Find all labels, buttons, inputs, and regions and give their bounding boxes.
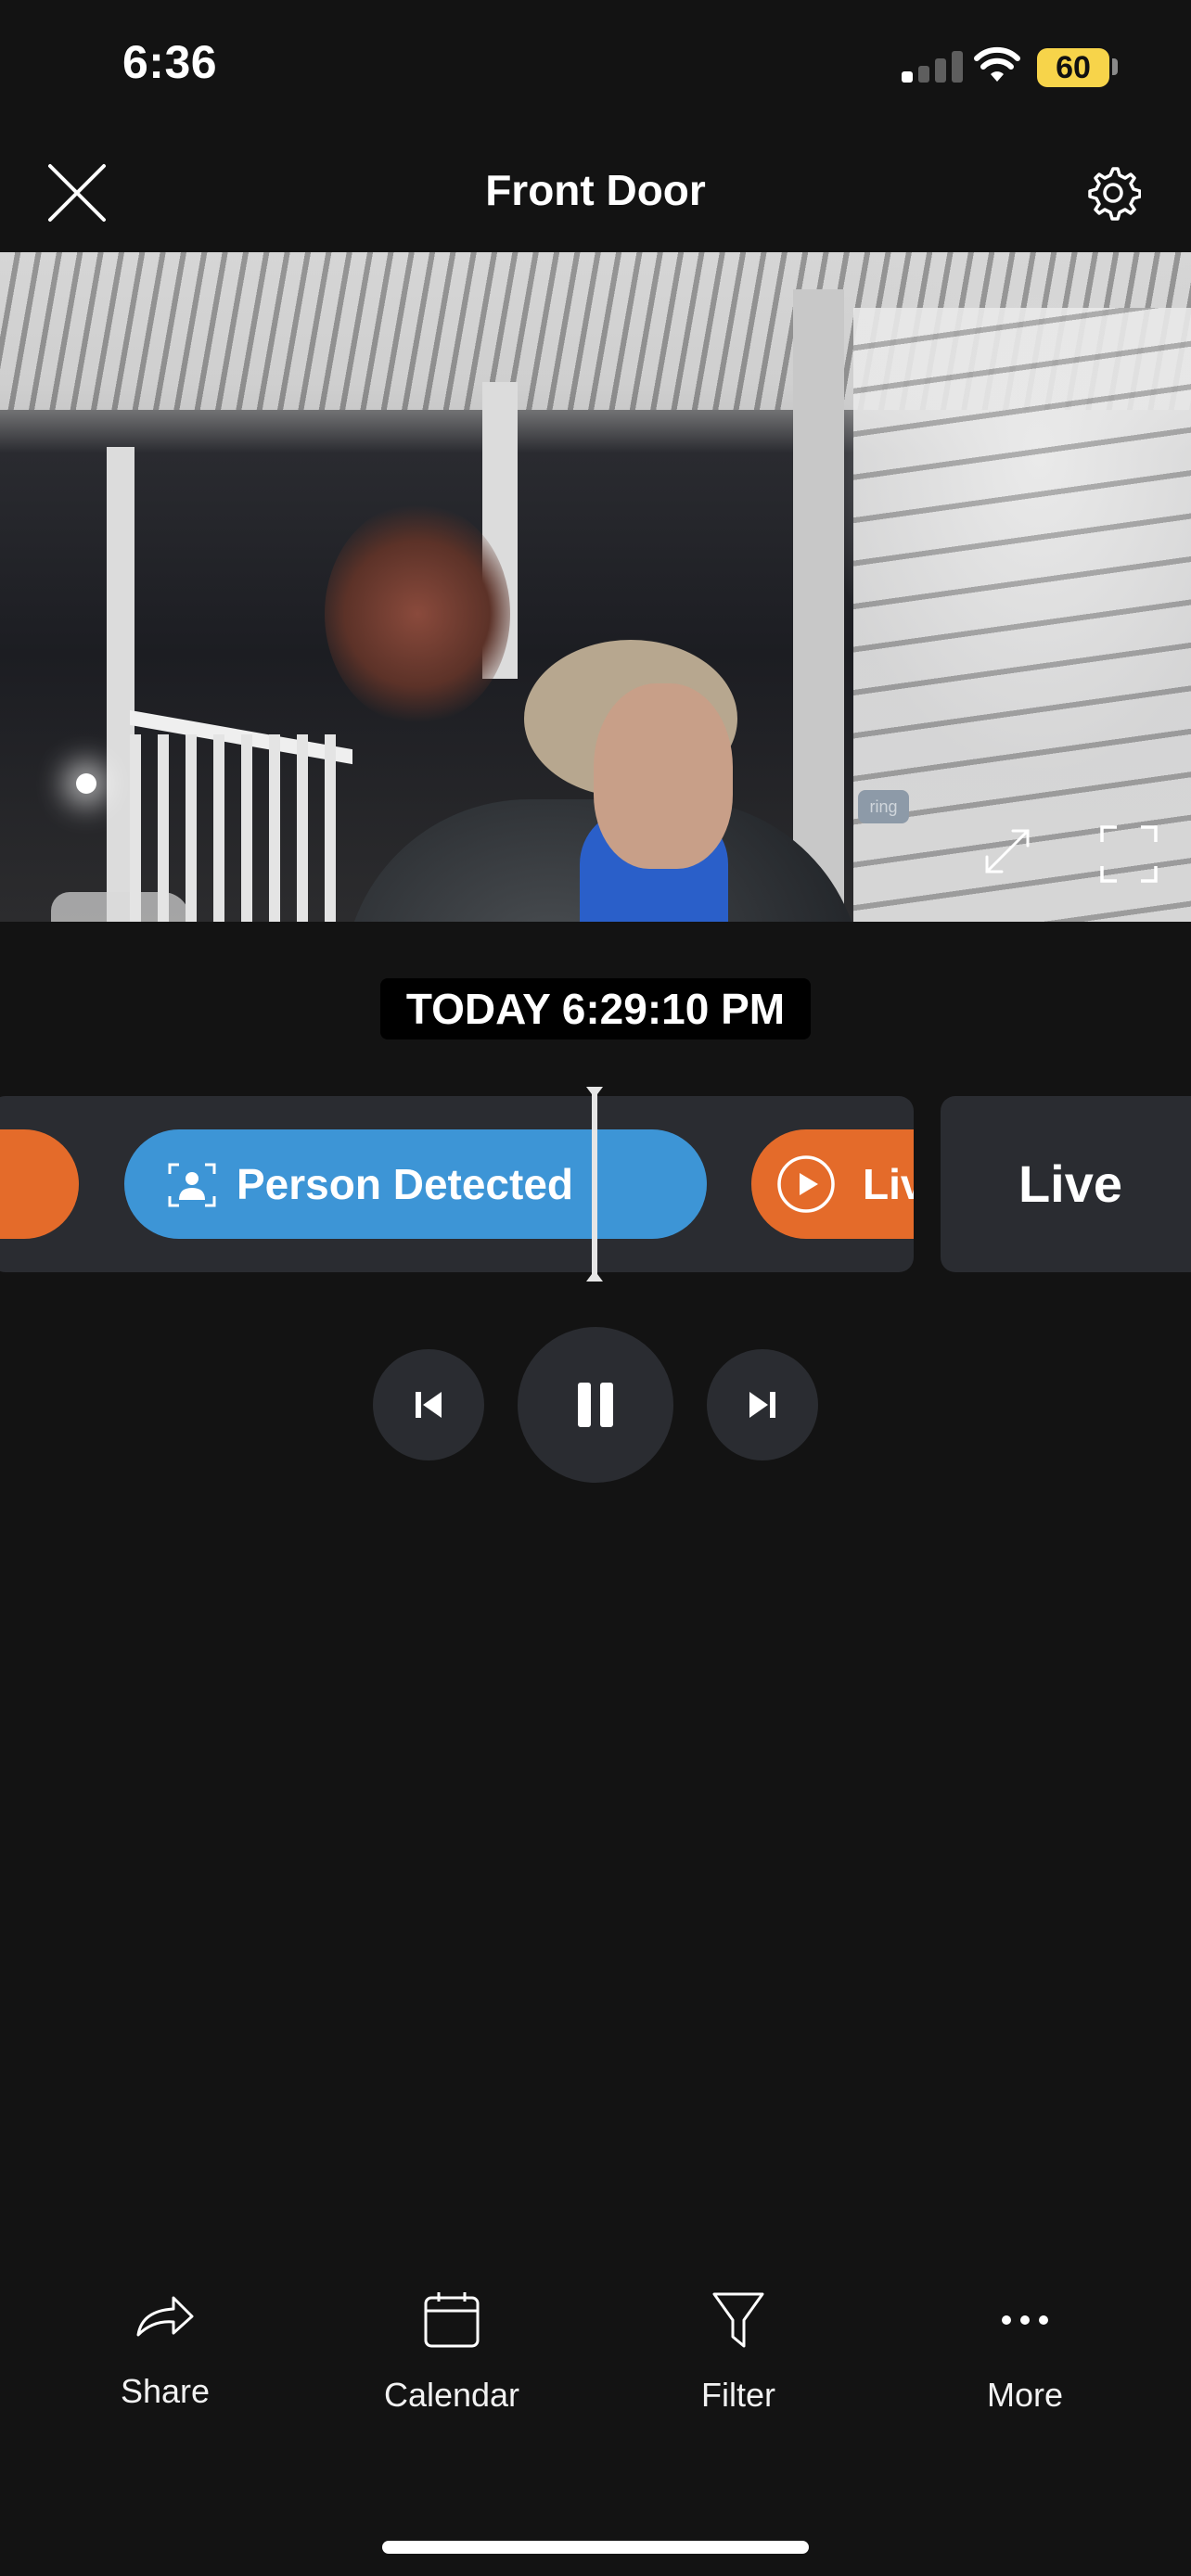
- calendar-label: Calendar: [383, 2376, 520, 2414]
- event-label: Live: [863, 1160, 914, 1208]
- share-icon: [136, 2296, 194, 2337]
- filter-button[interactable]: Filter: [622, 2290, 854, 2439]
- person-detected-icon: [168, 1163, 216, 1207]
- live-view-label: Live: [1018, 1154, 1123, 1213]
- cellular-signal-icon: [902, 51, 963, 83]
- zoom-icon[interactable]: [981, 825, 1033, 877]
- skip-back-icon: [416, 1392, 442, 1418]
- next-event-button[interactable]: [707, 1349, 818, 1460]
- share-label: Share: [120, 2372, 211, 2410]
- gear-icon[interactable]: [1085, 165, 1141, 221]
- camera-video[interactable]: ring: [0, 252, 1191, 922]
- pause-icon: [578, 1383, 613, 1427]
- door-frame: [793, 289, 844, 922]
- person-face: [594, 683, 733, 869]
- playhead-bottom-marker: [586, 1270, 603, 1282]
- calendar-icon: [424, 2292, 480, 2348]
- battery-indicator: 60: [1037, 48, 1109, 87]
- timeline-playhead[interactable]: [592, 1090, 597, 1280]
- porch-railing: [130, 734, 352, 922]
- battery-tip: [1112, 58, 1118, 75]
- filter-label: Filter: [701, 2376, 775, 2414]
- pause-button[interactable]: [518, 1327, 673, 1483]
- play-circle-icon: [777, 1155, 835, 1213]
- playhead-top-marker: [586, 1087, 603, 1098]
- more-label: More: [986, 2376, 1064, 2414]
- calendar-button[interactable]: Calendar: [336, 2290, 568, 2439]
- street-lamp: [76, 773, 96, 794]
- event-label: Person Detected: [237, 1160, 574, 1208]
- doorbell-label: ring: [858, 790, 909, 823]
- playback-timestamp: TODAY 6:29:10 PM: [380, 978, 811, 1039]
- wifi-icon: [974, 46, 1020, 82]
- status-time: 6:36: [122, 36, 218, 88]
- home-indicator[interactable]: [382, 2541, 809, 2554]
- more-button[interactable]: More: [909, 2290, 1141, 2439]
- filter-icon: [712, 2292, 764, 2348]
- share-button[interactable]: Share: [49, 2290, 281, 2439]
- page-title: Front Door: [485, 166, 706, 214]
- previous-event-button[interactable]: [373, 1349, 484, 1460]
- more-icon: [1002, 2315, 1048, 2325]
- fullscreen-icon[interactable]: [1100, 825, 1158, 883]
- skip-forward-icon: [749, 1392, 775, 1418]
- tree: [325, 503, 510, 725]
